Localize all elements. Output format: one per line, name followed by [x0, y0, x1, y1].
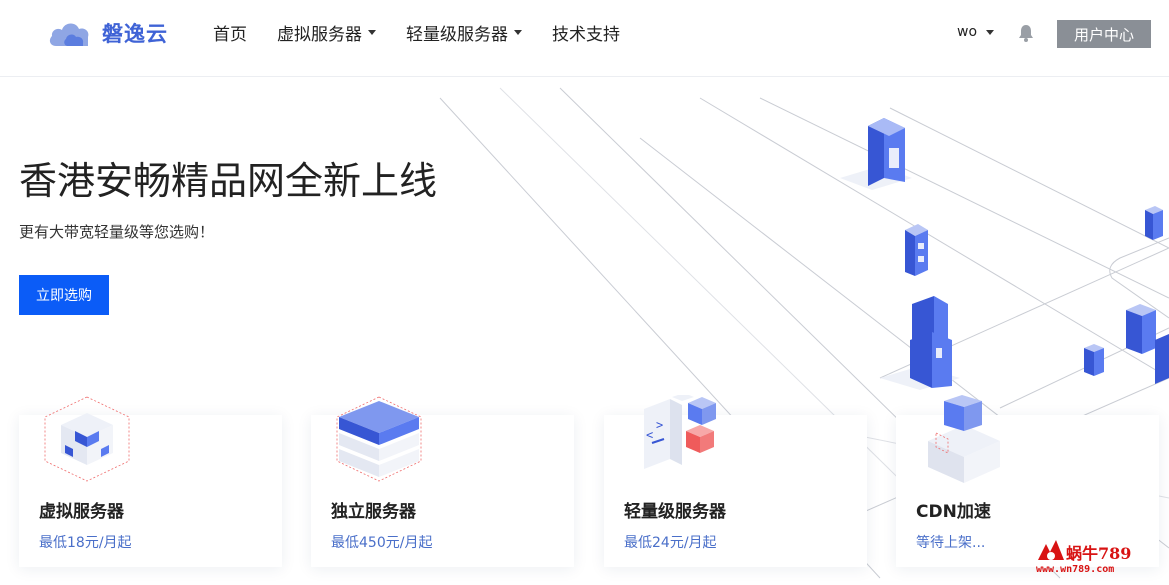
- cdn-box-icon: [928, 395, 1000, 483]
- nav-virtual-server[interactable]: 虚拟服务器: [277, 20, 376, 45]
- nav-lightweight-server[interactable]: 轻量级服务器: [406, 20, 522, 45]
- product-card-virtual-server[interactable]: 虚拟服务器 最低18元/月起: [19, 396, 282, 567]
- chevron-down-icon: [514, 29, 522, 35]
- user-dropdown[interactable]: wo: [957, 24, 995, 40]
- product-card-dedicated-server[interactable]: 独立服务器 最低450元/月起: [311, 396, 574, 567]
- cube-icon: [44, 396, 130, 482]
- site-logo[interactable]: 磐逸云: [48, 16, 168, 50]
- user-center-button[interactable]: 用户中心: [1057, 20, 1151, 48]
- product-card-lightweight-server[interactable]: < > 轻量级服务器 最低24元/月起: [604, 395, 867, 567]
- nav-home-label: 首页: [213, 24, 247, 45]
- buy-now-button[interactable]: 立即选购: [19, 275, 109, 315]
- user-name: wo: [957, 24, 978, 40]
- snail-logo-icon: [1038, 540, 1064, 560]
- chevron-down-icon: [368, 29, 376, 35]
- nav-support-label: 技术支持: [552, 24, 620, 45]
- main-nav: 首页 虚拟服务器 轻量级服务器 技术支持: [213, 18, 650, 46]
- card-title: CDN加速: [916, 502, 991, 522]
- code-blocks-icon: < >: [644, 395, 716, 469]
- card-title: 轻量级服务器: [624, 502, 726, 522]
- cloud-logo-icon: [49, 23, 89, 46]
- hero-title: 香港安畅精品网全新上线: [19, 159, 438, 203]
- nav-virtual-server-label: 虚拟服务器: [277, 24, 362, 45]
- watermark-url: www.wn789.com: [1036, 564, 1115, 575]
- card-title: 虚拟服务器: [39, 502, 124, 522]
- svg-text:>: >: [656, 418, 663, 432]
- nav-home[interactable]: 首页: [213, 20, 247, 45]
- nav-support[interactable]: 技术支持: [552, 20, 620, 45]
- card-price: 最低18元/月起: [39, 535, 132, 551]
- svg-text:<: <: [646, 428, 653, 442]
- logo-text: 磐逸云: [102, 22, 168, 46]
- watermark-brand: 蜗牛789: [1066, 544, 1132, 563]
- card-price: 最低450元/月起: [331, 535, 433, 551]
- tall-building-icon: [840, 118, 912, 190]
- card-title: 独立服务器: [331, 502, 416, 522]
- chevron-down-icon: [986, 29, 995, 35]
- nav-lightweight-server-label: 轻量级服务器: [406, 24, 508, 45]
- server-stack-icon: [336, 396, 422, 482]
- top-header: 磐逸云 首页 虚拟服务器 轻量级服务器 技术支持 wo 用户中心: [0, 0, 1169, 77]
- hero-subtitle: 更有大带宽轻量级等您选购！: [19, 223, 215, 241]
- card-price: 等待上架...: [916, 535, 986, 551]
- bell-icon[interactable]: [1018, 24, 1034, 42]
- site-watermark: 蜗牛789 www.wn789.com: [1034, 538, 1156, 580]
- card-price: 最低24元/月起: [624, 535, 717, 551]
